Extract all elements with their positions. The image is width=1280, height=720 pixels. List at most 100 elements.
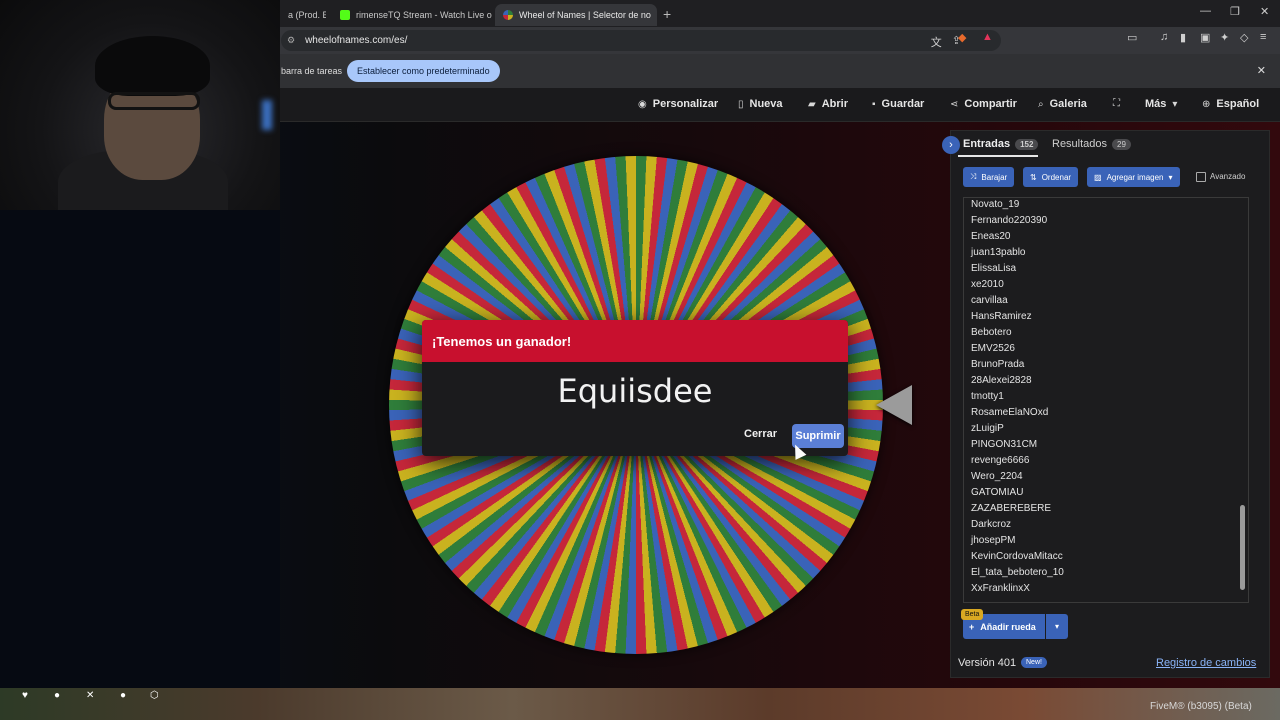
new-tab-icon[interactable]: + [663,6,671,22]
nav-label: Compartir [964,98,1017,110]
share-nodes-icon: ⋖ [950,98,959,110]
list-item: EMV2526 [971,343,1015,354]
nav-more[interactable]: Más ▾ [1145,98,1177,110]
webcam-light [262,100,272,130]
run-icon: ⬡ [150,690,159,701]
list-item: Wero_2204 [971,471,1023,482]
list-item: xe2010 [971,279,1004,290]
collapse-panel-icon[interactable]: › [942,136,960,154]
ai-icon[interactable]: ✦ [1220,31,1229,44]
scrollbar-thumb[interactable] [1240,505,1245,590]
nav-open[interactable]: ▰ Abrir [808,98,848,110]
tab-label: rimenseTQ Stream - Watch Live on K [356,10,492,20]
game-background [0,688,1280,720]
save-icon: ▪ [872,98,876,110]
sort-icon: ⇅ [1030,172,1037,182]
add-wheel-dropdown-icon[interactable]: ▾ [1046,614,1068,639]
plus-icon: + [969,621,975,632]
kick-icon [340,10,350,20]
nav-save[interactable]: ▪ Guardar [872,98,924,110]
rewards-icon[interactable]: ▲ [982,31,993,43]
list-item: zLuigiP [971,423,1004,434]
results-count-badge: 29 [1112,138,1131,150]
image-icon: ▨ [1094,172,1102,182]
restore-icon[interactable]: ❐ [1230,5,1240,18]
nav-customize[interactable]: ◉ Personalizar [638,98,718,110]
infobar-close-icon[interactable]: ✕ [1257,64,1266,77]
minimize-icon[interactable]: — [1200,5,1211,17]
beta-badge: Beta [961,609,984,620]
nav-label: Guardar [881,98,925,110]
nav-share[interactable]: ⋖ Compartir [950,98,1017,110]
nav-fullscreen[interactable]: ⛶ [1113,98,1120,109]
list-item: RosameElaNOxd [971,407,1049,418]
winner-name: Equiisdee [557,372,713,410]
nav-label: Español [1216,98,1260,110]
list-item: revenge6666 [971,455,1030,466]
screen: a (Prod. Be rimenseTQ Stream - Watch Liv… [0,0,1280,720]
add-image-button[interactable]: ▨ Agregar imagen ▾ [1087,167,1180,187]
list-item: ElissaLisa [971,263,1017,274]
browser-tab[interactable]: a (Prod. Be [280,4,326,26]
sidebar-icon[interactable]: ▮ [1180,31,1186,44]
shield-icon: ● [54,690,61,701]
list-item: juan13pablo [971,247,1026,258]
nav-gallery[interactable]: ⌕ Galeria [1038,98,1087,110]
fullscreen-icon: ⛶ [1113,98,1120,109]
shuffle-icon: ⤨ [970,172,977,181]
list-item: XxFranklinxX [971,583,1030,594]
nav-label: Galeria [1049,98,1087,110]
nav-language[interactable]: ⊕ Español [1202,98,1259,110]
translate-icon[interactable]: 文 [931,34,942,50]
window-close-icon[interactable]: ✕ [1260,5,1269,18]
menu-icon[interactable]: ≡ [1260,31,1266,43]
browser-tab-active[interactable]: Wheel of Names | Selector de no ✕ [495,4,657,26]
tab-results[interactable]: Resultados 29 [1052,138,1131,150]
shuffle-label: Barajar [981,172,1008,182]
list-item: carvillaa [971,295,1008,306]
cast-icon[interactable]: ▭ [1127,31,1137,44]
tab-label: Wheel of Names | Selector de no [519,10,651,20]
brave-shield-icon[interactable]: ◆ [958,31,966,44]
nav-label: Más [1145,98,1167,110]
site-info-icon[interactable]: ⚙ [287,35,295,46]
close-button[interactable]: Cerrar [744,428,777,440]
omnibox-icons: 文 ⇪ [931,34,961,50]
winner-dialog: ¡Tenemos un ganador! Equiisdee Cerrar Su… [422,320,848,456]
entries-textarea[interactable]: Novato_19 Fernando220390 Eneas20 juan13p… [963,197,1249,603]
nav-new[interactable]: ▯ Nueva [738,98,783,110]
browser-tab[interactable]: rimenseTQ Stream - Watch Live on K [332,4,492,26]
list-item: tmotty1 [971,391,1004,402]
advanced-checkbox[interactable] [1196,172,1206,182]
hunger-icon: ✕ [86,690,95,701]
list-item: BrunoPrada [971,359,1025,370]
wheel-favicon-icon [503,10,513,20]
heart-icon: ♥ [22,690,28,701]
changelog-link[interactable]: Registro de cambios [1156,657,1256,669]
address-bar[interactable]: ⚙ wheelofnames.com/es/ 文 ⇪ [281,30,1001,51]
list-item: Fernando220390 [971,215,1048,226]
list-item: HansRamirez [971,311,1032,322]
sort-button[interactable]: ⇅ Ordenar [1023,167,1079,187]
list-item: 28Alexei2828 [971,375,1032,386]
wallet-icon[interactable]: ▣ [1200,31,1210,44]
list-item: El_tata_bebotero_10 [971,567,1064,578]
folder-icon: ▰ [808,98,816,110]
webcam-overlay [0,0,280,210]
shuffle-button[interactable]: ⤨ Barajar [963,167,1015,187]
media-icon[interactable]: ♫ [1160,31,1168,43]
list-item: jhosepPM [971,535,1016,546]
tab-entries-label: Entradas [963,138,1011,150]
nav-label: Abrir [821,98,848,110]
set-default-button[interactable]: Establecer como predeterminado [347,60,500,82]
list-item: GATOMIAU [971,487,1024,498]
chevron-down-icon: ▾ [1172,98,1178,110]
infobar-text: barra de tareas [281,66,343,76]
tab-entries[interactable]: Entradas 152 [963,138,1039,150]
address-text: wheelofnames.com/es/ [305,35,408,46]
webcam-hair [95,36,210,96]
new-badge: New! [1021,657,1047,668]
vpn-icon[interactable]: ◇ [1240,31,1248,44]
chevron-down-icon: ▾ [1168,172,1173,182]
active-tab-indicator [958,155,1038,157]
